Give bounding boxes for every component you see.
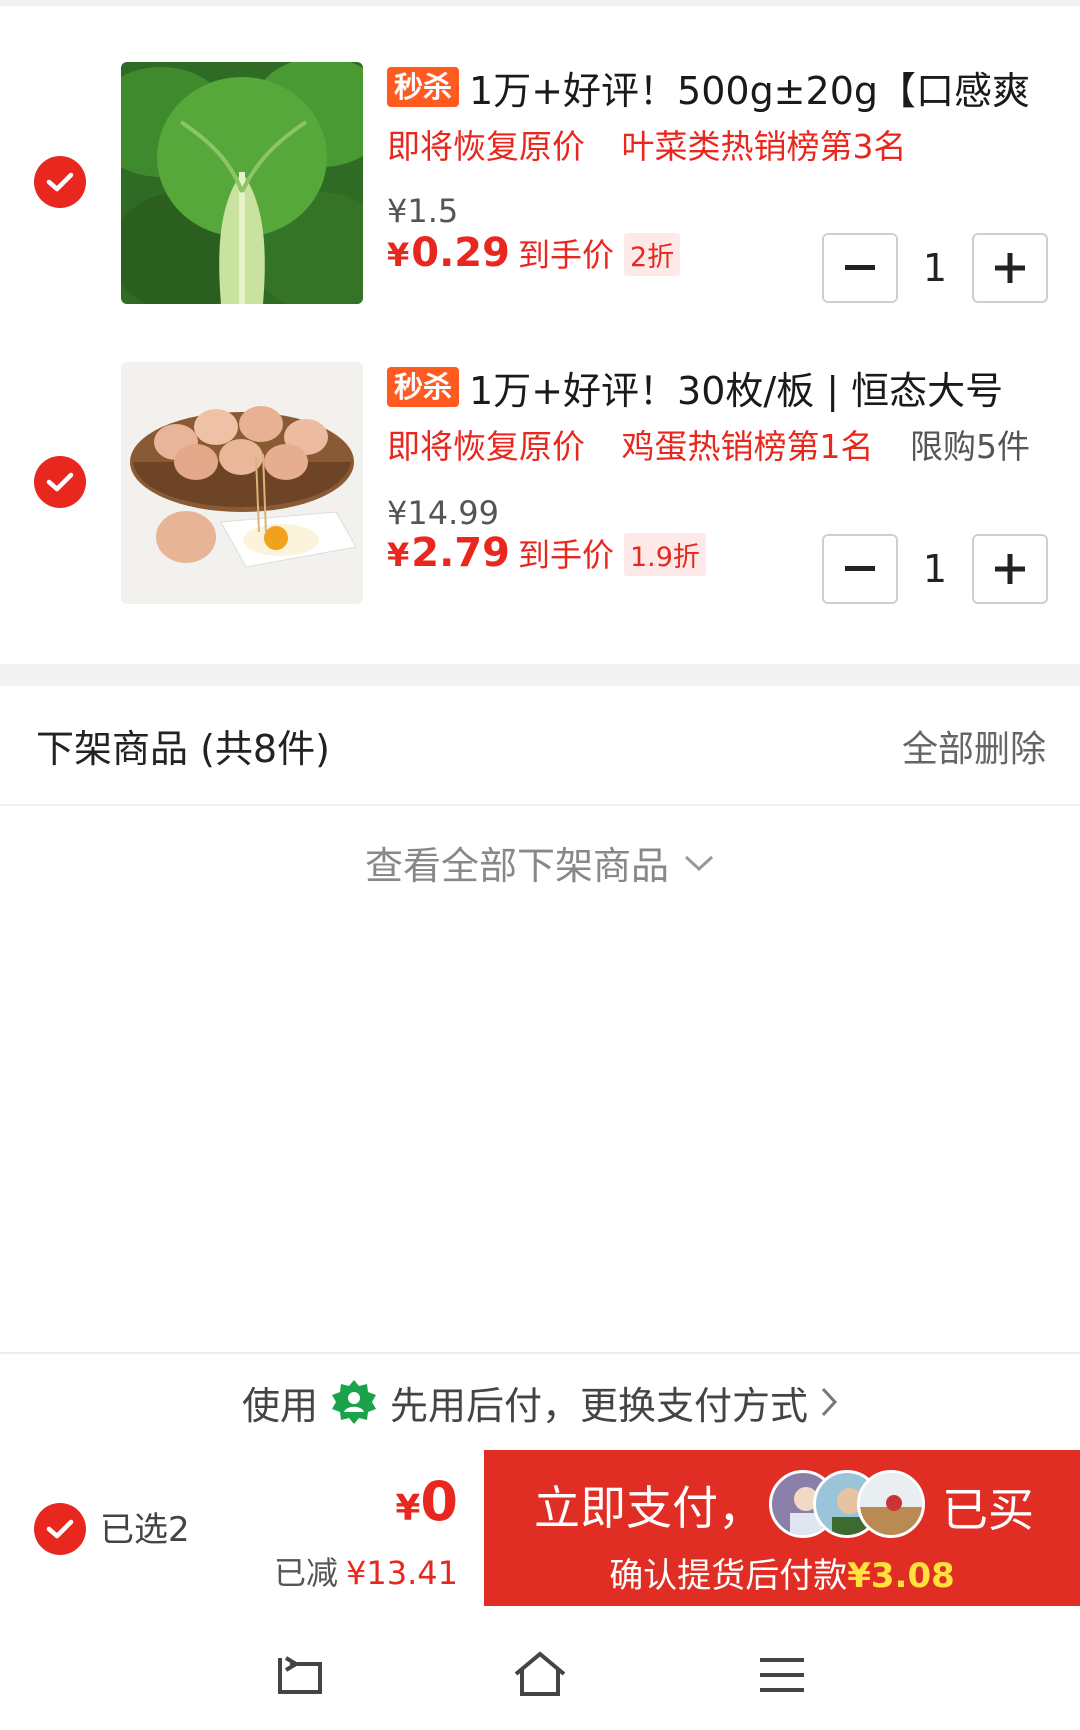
quantity-value[interactable]: 1 bbox=[898, 534, 972, 604]
quantity-stepper[interactable]: 1 bbox=[822, 534, 1048, 604]
item-promo-row: 即将恢复原价 鸡蛋热销榜第1名 限购5件 bbox=[387, 420, 1056, 468]
saved-label: 已减 bbox=[274, 1554, 339, 1592]
checkmark-icon bbox=[46, 1519, 74, 1539]
minus-icon bbox=[845, 265, 875, 270]
item-title-row[interactable]: 秒杀 1万+好评！500g±20g【口感爽 bbox=[387, 62, 1067, 112]
confirm-label: 确认提货后付款 bbox=[609, 1556, 848, 1596]
eggs-basket-image[interactable] bbox=[121, 362, 363, 604]
final-price: 2.79 bbox=[411, 530, 510, 576]
final-price: 0.29 bbox=[411, 230, 510, 276]
item-title: 1万+好评！500g±20g【口感爽 bbox=[469, 68, 1030, 113]
final-price-label: 到手价 bbox=[517, 236, 614, 274]
top-divider bbox=[0, 0, 1080, 6]
saved-amount: ¥13.41 bbox=[346, 1554, 458, 1592]
discount-badge: 2折 bbox=[623, 233, 681, 276]
item-select-checkbox[interactable] bbox=[34, 456, 86, 508]
chevron-down-icon bbox=[684, 855, 714, 871]
pay-now-label: 立即支付， bbox=[534, 1481, 764, 1535]
view-all-offshelf-button[interactable]: 查看全部下架商品 bbox=[0, 835, 1080, 890]
currency-symbol: ¥ bbox=[387, 536, 410, 574]
increase-button[interactable] bbox=[972, 534, 1048, 604]
checkmark-icon bbox=[46, 172, 74, 192]
final-price-row: ¥ 2.79 到手价 1.9折 bbox=[387, 530, 706, 576]
decrease-button[interactable] bbox=[822, 534, 898, 604]
plus-icon bbox=[995, 554, 1025, 584]
selected-count: 已选2 bbox=[100, 1510, 190, 1550]
quantity-stepper[interactable]: 1 bbox=[822, 233, 1048, 303]
delete-all-button[interactable]: 全部删除 bbox=[902, 720, 1046, 772]
bought-label: 已买 bbox=[942, 1483, 1034, 1537]
payment-method-bar[interactable]: 使用 先用后付，更换支付方式 bbox=[0, 1352, 1080, 1452]
flash-sale-tag: 秒杀 bbox=[387, 67, 460, 107]
minus-icon bbox=[845, 566, 875, 571]
checkout-bar: 已选2 ¥0 已减 ¥13.41 立即支付， 已买 确认提货后付款¥3.08 bbox=[0, 1450, 1080, 1608]
purchase-limit: 限购5件 bbox=[910, 427, 1030, 466]
offshelf-title: 下架商品 (共8件) bbox=[36, 727, 330, 771]
home-icon[interactable] bbox=[510, 1650, 570, 1700]
item-title: 1万+好评！30枚/板 | 恒态大号 bbox=[469, 368, 1004, 413]
section-divider bbox=[0, 664, 1080, 686]
avatar bbox=[857, 1470, 925, 1538]
currency-symbol: ¥ bbox=[387, 236, 410, 274]
cart-item[interactable]: 秒杀 1万+好评！500g±20g【口感爽 即将恢复原价 叶菜类热销榜第3名 ¥… bbox=[0, 62, 1080, 332]
back-icon[interactable] bbox=[270, 1650, 330, 1700]
confirm-note: 确认提货后付款¥3.08 bbox=[484, 1548, 1080, 1597]
checkmark-icon bbox=[46, 472, 74, 492]
payment-method-label: 先用后付，更换支付方式 bbox=[390, 1383, 809, 1428]
payment-prefix: 使用 bbox=[241, 1383, 318, 1428]
original-price: ¥1.5 bbox=[387, 192, 459, 230]
item-title-row[interactable]: 秒杀 1万+好评！30枚/板 | 恒态大号 bbox=[387, 362, 1067, 412]
pay-now-button[interactable]: 立即支付， 已买 确认提货后付款¥3.08 bbox=[484, 1450, 1080, 1606]
saved-amount-row: 已减 ¥13.41 bbox=[274, 1548, 458, 1594]
menu-icon[interactable] bbox=[752, 1650, 812, 1700]
select-all-checkbox[interactable] bbox=[34, 1503, 86, 1555]
increase-button[interactable] bbox=[972, 233, 1048, 303]
offshelf-header: 下架商品 (共8件) 全部删除 bbox=[0, 686, 1080, 806]
item-select-checkbox[interactable] bbox=[34, 156, 86, 208]
discount-badge: 1.9折 bbox=[623, 533, 706, 576]
total-amount: 0 bbox=[420, 1470, 458, 1533]
pay-later-icon bbox=[332, 1380, 376, 1424]
total-price: ¥0 bbox=[395, 1470, 458, 1533]
system-nav-bar bbox=[0, 1610, 1080, 1730]
plus-icon bbox=[995, 253, 1025, 283]
price-notice: 即将恢复原价 bbox=[387, 427, 585, 466]
cart-item[interactable]: 秒杀 1万+好评！30枚/板 | 恒态大号 即将恢复原价 鸡蛋热销榜第1名 限购… bbox=[0, 362, 1080, 632]
view-all-label: 查看全部下架商品 bbox=[364, 844, 669, 888]
buyer-avatars bbox=[769, 1470, 925, 1540]
chevron-right-icon bbox=[821, 1387, 838, 1417]
final-price-row: ¥ 0.29 到手价 2折 bbox=[387, 230, 681, 276]
ranking-badge: 鸡蛋热销榜第1名 bbox=[621, 427, 874, 466]
price-notice: 即将恢复原价 bbox=[387, 127, 585, 166]
item-promo-row: 即将恢复原价 叶菜类热销榜第3名 bbox=[387, 120, 933, 168]
quantity-value[interactable]: 1 bbox=[898, 233, 972, 303]
original-price: ¥14.99 bbox=[387, 494, 499, 532]
decrease-button[interactable] bbox=[822, 233, 898, 303]
bok-choy-image[interactable] bbox=[121, 62, 363, 304]
ranking-badge: 叶菜类热销榜第3名 bbox=[621, 127, 907, 166]
final-price-label: 到手价 bbox=[517, 536, 614, 574]
confirm-amount: ¥3.08 bbox=[847, 1556, 955, 1596]
flash-sale-tag: 秒杀 bbox=[387, 367, 460, 407]
currency-symbol: ¥ bbox=[395, 1488, 421, 1529]
